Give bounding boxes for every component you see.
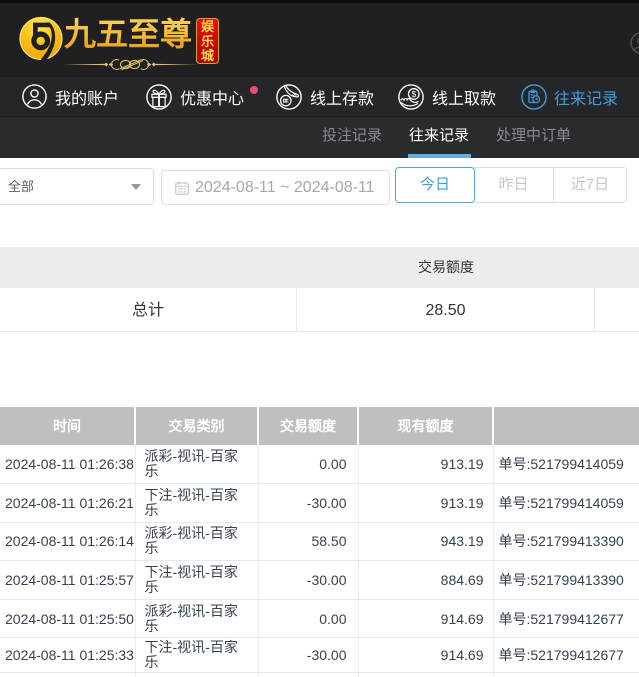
svg-text:$: $	[412, 89, 417, 99]
